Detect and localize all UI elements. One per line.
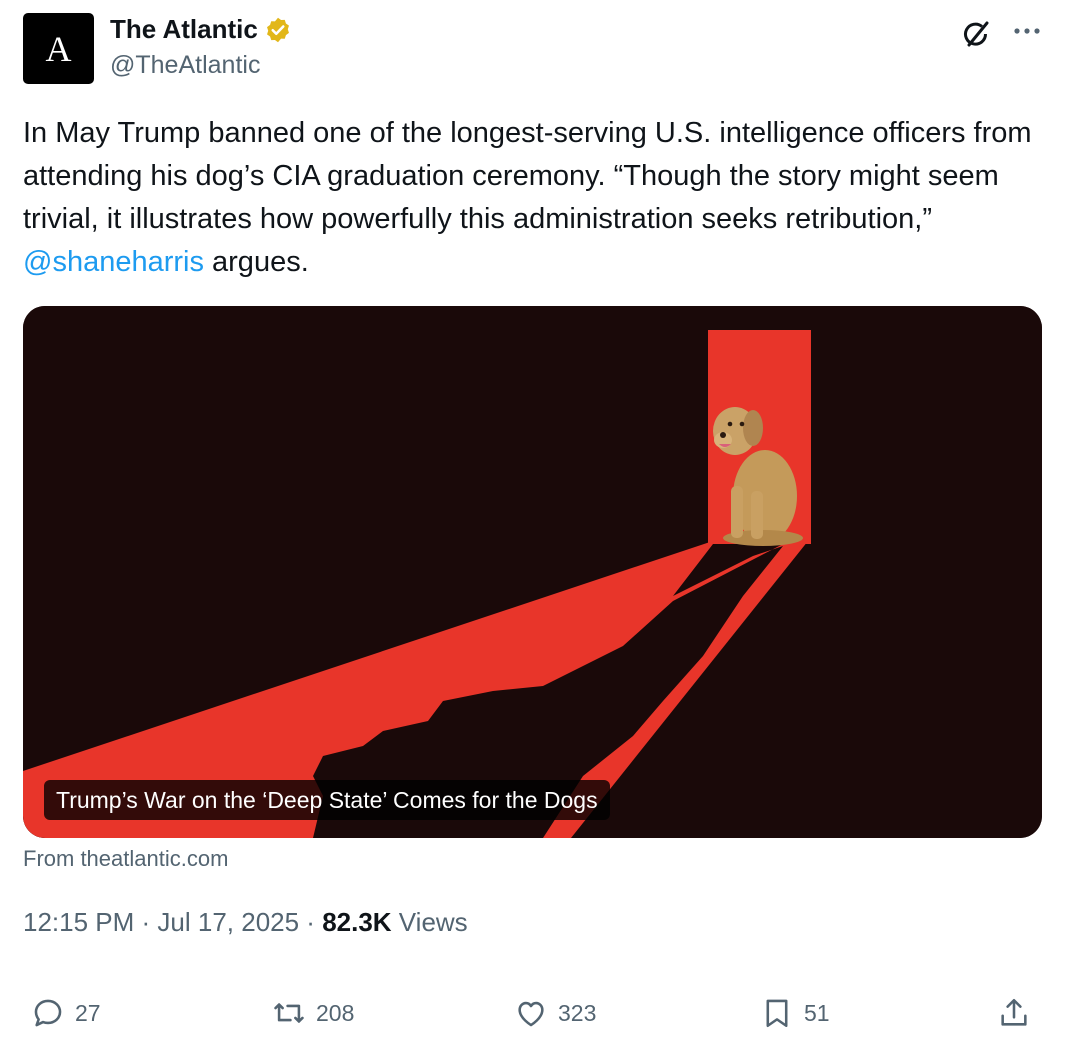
card-illustration: [23, 306, 1042, 838]
reply-icon: [34, 999, 62, 1027]
bookmark-count: 51: [804, 999, 830, 1026]
share-button[interactable]: [997, 996, 1041, 1030]
like-icon: [518, 1001, 544, 1027]
meta-separator-2: ·: [299, 907, 323, 937]
grok-icon[interactable]: [960, 17, 994, 51]
more-icon[interactable]: [1010, 14, 1044, 48]
link-card[interactable]: Trump’s War on the ‘Deep State’ Comes fo…: [23, 306, 1042, 838]
repost-icon: [274, 1003, 304, 1023]
views-label: Views: [391, 907, 468, 937]
views-count: 82.3K: [322, 907, 392, 937]
like-count: 323: [558, 999, 597, 1026]
bookmark-icon: [766, 999, 788, 1028]
card-source[interactable]: From theatlantic.com: [23, 846, 228, 872]
display-name[interactable]: The Atlantic: [110, 14, 258, 45]
author-name-row: The Atlantic: [110, 14, 292, 45]
avatar-letter: A: [45, 28, 72, 69]
repost-button[interactable]: 208: [272, 996, 354, 1030]
bookmark-button[interactable]: 51: [760, 996, 830, 1030]
tweet-text-body: In May Trump banned one of the longest-s…: [23, 117, 1032, 235]
like-button[interactable]: 323: [514, 996, 596, 1030]
card-title: Trump’s War on the ‘Deep State’ Comes fo…: [44, 780, 610, 820]
tweet-time[interactable]: 12:15 PM: [23, 907, 134, 937]
share-icon: [1001, 998, 1027, 1026]
author-handle[interactable]: @TheAtlantic: [110, 51, 260, 80]
tweet-meta: 12:15 PM · Jul 17, 2025 · 82.3K Views: [23, 907, 468, 938]
tweet-text: In May Trump banned one of the longest-s…: [23, 112, 1043, 284]
avatar[interactable]: A: [23, 13, 94, 84]
tweet-date[interactable]: Jul 17, 2025: [157, 907, 299, 937]
tweet-text-end: argues.: [203, 246, 309, 278]
reply-count: 27: [75, 999, 101, 1026]
mention-link[interactable]: @shaneharris: [23, 246, 204, 278]
repost-count: 208: [316, 999, 355, 1026]
meta-separator: ·: [134, 907, 158, 937]
action-bar: 27 208 323 51: [0, 996, 1066, 1040]
verified-badge-icon[interactable]: [264, 16, 292, 44]
reply-button[interactable]: 27: [31, 996, 101, 1030]
